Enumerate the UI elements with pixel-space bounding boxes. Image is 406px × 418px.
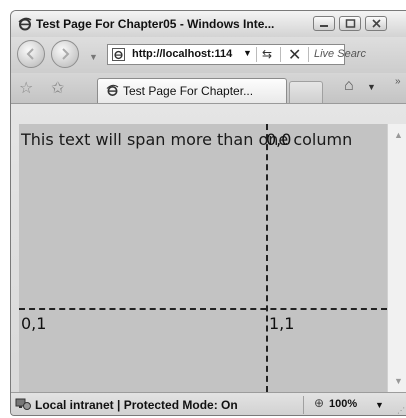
maximize-button[interactable]	[339, 16, 361, 31]
search-input[interactable]: Live Searc	[314, 48, 366, 60]
zoom-dropdown[interactable]: ▼	[375, 400, 384, 410]
separator	[308, 47, 309, 62]
home-icon[interactable]: ⌂	[344, 77, 354, 95]
maximize-icon	[345, 19, 356, 28]
separator	[280, 47, 281, 62]
tab-current[interactable]: Test Page For Chapter...	[97, 78, 287, 103]
recent-pages-dropdown[interactable]: ▼	[89, 52, 98, 62]
close-button[interactable]	[365, 16, 387, 31]
navigation-bar: ▼ http://localhost:114 ▼ ⇆ ✕ Live Searc	[11, 37, 406, 73]
spanning-text: This text will span more than one column	[21, 130, 353, 149]
page-ie-icon	[112, 48, 125, 61]
tab-bar: ☆ ✩ Test Page For Chapter... ⌂ ▼ »	[11, 73, 406, 104]
address-input[interactable]: http://localhost:114	[132, 48, 232, 60]
browser-window: Test Page For Chapter05 - Windows Inte..…	[10, 10, 406, 416]
ie-page-icon	[106, 84, 119, 96]
title-bar[interactable]: Test Page For Chapter05 - Windows Inte..…	[11, 11, 406, 37]
forward-arrow-icon	[62, 48, 70, 60]
grid-row-divider	[19, 308, 387, 310]
vertical-scrollbar[interactable]: ▲ ▼	[387, 124, 406, 392]
window-title: Test Page For Chapter05 - Windows Inte..…	[36, 17, 275, 31]
more-tools-chevron[interactable]: »	[395, 76, 401, 87]
minimize-icon	[320, 25, 328, 27]
cell-0-1: 0,1	[21, 314, 47, 333]
grid-column-divider	[266, 124, 268, 392]
cell-0-0: 0,0	[266, 130, 292, 149]
ie-logo-icon	[18, 17, 32, 31]
separator	[303, 396, 304, 414]
intranet-zone-icon	[15, 398, 31, 410]
new-tab-button[interactable]	[289, 81, 323, 103]
favorites-star-icon[interactable]: ☆	[19, 78, 33, 98]
address-bar[interactable]: http://localhost:114 ▼ ⇆ ✕ Live Searc	[107, 44, 366, 65]
separator	[256, 47, 257, 62]
page-content: This text will span more than one column…	[19, 124, 387, 392]
minimize-button[interactable]	[313, 16, 335, 31]
zoom-level[interactable]: 100%	[329, 398, 357, 410]
close-icon	[372, 19, 381, 28]
scroll-down-icon[interactable]: ▼	[394, 376, 403, 386]
cell-1-1: 1,1	[269, 314, 295, 333]
scroll-up-icon[interactable]: ▲	[394, 130, 403, 140]
security-zone-label[interactable]: Local intranet | Protected Mode: On	[35, 398, 238, 412]
status-bar: Local intranet | Protected Mode: On ⊕ 10…	[11, 392, 406, 415]
resize-grip-icon[interactable]: ⋰	[397, 406, 405, 415]
back-button[interactable]	[17, 40, 45, 68]
home-dropdown[interactable]: ▼	[367, 82, 376, 92]
refresh-icon[interactable]: ⇆	[262, 47, 272, 61]
forward-button[interactable]	[51, 40, 79, 68]
back-arrow-icon	[26, 48, 34, 60]
address-dropdown[interactable]: ▼	[243, 48, 252, 58]
zoom-icon[interactable]: ⊕	[314, 396, 324, 410]
add-favorites-icon[interactable]: ✩	[51, 78, 64, 98]
tab-label: Test Page For Chapter...	[123, 84, 254, 98]
stop-icon[interactable]: ✕	[288, 45, 301, 65]
